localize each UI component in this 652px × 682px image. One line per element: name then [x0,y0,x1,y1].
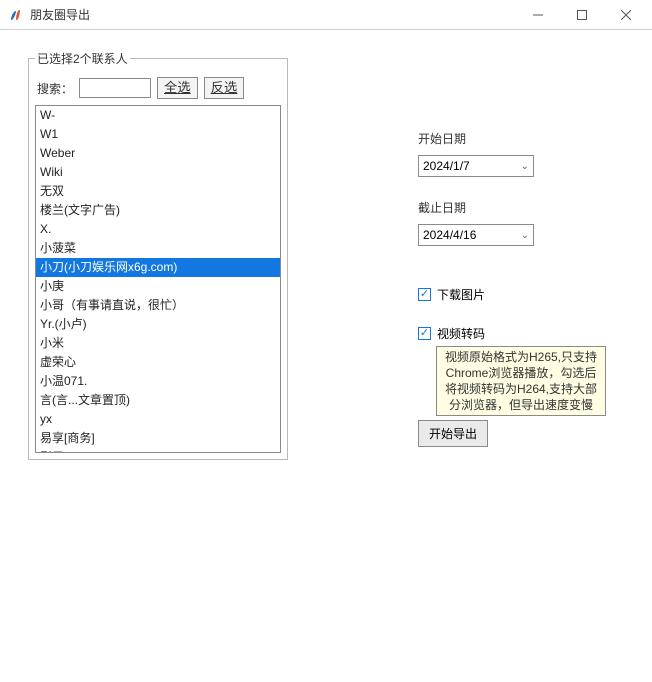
search-label: 搜索： [37,80,73,97]
list-item[interactable]: Wiki [36,163,280,182]
list-item[interactable]: 小菠菜 [36,239,280,258]
video-transcode-label: 视频转码 [437,325,485,342]
list-item[interactable]: Yr.(小卢) [36,315,280,334]
list-item[interactable]: 小刀(小刀娱乐网x6g.com) [36,258,280,277]
list-item[interactable]: 无双 [36,182,280,201]
titlebar: 朋友圈导出 [0,0,652,30]
options-panel: 开始日期 2024/1/7 ⌄ 截止日期 2024/4/16 ⌄ ✓ 下载图片 … [288,50,634,664]
end-date-value: 2024/4/16 [423,228,476,242]
list-item[interactable]: 楼兰(文字广告) [36,201,280,220]
list-item[interactable]: 虚荣心 [36,353,280,372]
list-item[interactable]: 易享[商务] [36,429,280,448]
list-item[interactable]: 影子 [36,448,280,453]
video-transcode-tooltip: 视频原始格式为H265,只支持Chrome浏览器播放，勾选后将视频转码为H264… [436,346,606,416]
contacts-panel: 已选择2个联系人 搜索： 全选 反选 W-W1WeberWiki无双楼兰(文字广… [28,50,288,664]
list-item[interactable]: 小温071. [36,372,280,391]
list-item[interactable]: Weber [36,144,280,163]
search-input[interactable] [79,78,151,98]
list-item[interactable]: 言(言...文章置顶) [36,391,280,410]
select-all-button[interactable]: 全选 [157,77,198,99]
content-area: 已选择2个联系人 搜索： 全选 反选 W-W1WeberWiki无双楼兰(文字广… [0,30,652,682]
download-images-label: 下载图片 [437,286,485,303]
search-row: 搜索： 全选 反选 [35,73,281,105]
list-item[interactable]: 小哥（有事请直说，很忙） [36,296,280,315]
start-date-combo[interactable]: 2024/1/7 ⌄ [418,155,534,177]
list-item[interactable]: W- [36,106,280,125]
list-item[interactable]: 小庚 [36,277,280,296]
download-images-row: ✓ 下载图片 [418,286,634,303]
end-date-label: 截止日期 [418,199,634,216]
start-export-button[interactable]: 开始导出 [418,420,488,447]
chevron-down-icon: ⌄ [521,161,529,172]
window-title: 朋友圈导出 [30,6,516,23]
download-images-checkbox[interactable]: ✓ [418,288,431,301]
video-transcode-checkbox[interactable]: ✓ [418,327,431,340]
end-date-combo[interactable]: 2024/4/16 ⌄ [418,224,534,246]
close-button[interactable] [604,1,648,29]
list-item[interactable]: yx [36,410,280,429]
contacts-fieldset: 已选择2个联系人 搜索： 全选 反选 W-W1WeberWiki无双楼兰(文字广… [28,50,288,460]
window-controls [516,1,648,29]
start-date-label: 开始日期 [418,130,634,147]
minimize-button[interactable] [516,1,560,29]
start-date-value: 2024/1/7 [423,159,470,173]
list-item[interactable]: X. [36,220,280,239]
contact-listbox[interactable]: W-W1WeberWiki无双楼兰(文字广告)X.小菠菜小刀(小刀娱乐网x6g.… [35,105,281,453]
app-icon [8,7,24,23]
contacts-legend: 已选择2个联系人 [35,50,130,67]
list-item[interactable]: 小米 [36,334,280,353]
maximize-button[interactable] [560,1,604,29]
chevron-down-icon: ⌄ [521,230,529,241]
list-item[interactable]: W1 [36,125,280,144]
invert-selection-button[interactable]: 反选 [204,77,245,99]
video-transcode-row: ✓ 视频转码 [418,325,634,342]
